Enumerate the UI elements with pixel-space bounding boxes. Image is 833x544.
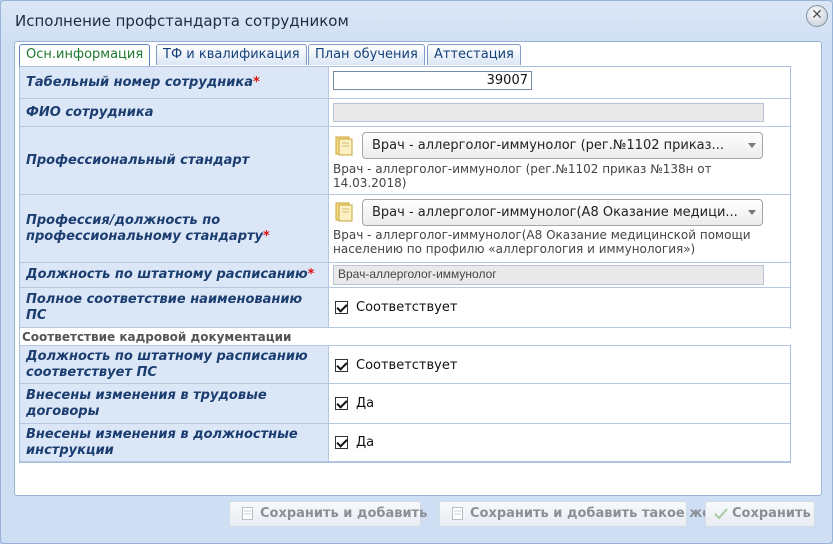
row-contracts-changed: Внесены изменения в трудовые договоры Да <box>20 384 790 424</box>
checkmark-icon <box>714 508 728 520</box>
full-match-checkbox[interactable] <box>335 301 348 314</box>
field-label: ФИО сотрудника <box>20 99 329 127</box>
section-header: Соответствие кадровой документации <box>20 329 792 345</box>
field-label: Должность по штатному расписанию * <box>20 263 329 288</box>
tab-training-plan[interactable]: План обучения <box>308 44 425 65</box>
chevron-down-icon <box>748 143 756 148</box>
required-mark: * <box>307 267 315 282</box>
row-profession: Профессия/должность по профессиональному… <box>20 195 790 263</box>
tab-tf-qualification[interactable]: ТФ и квалификация <box>156 44 307 65</box>
field-label: Профессиональный стандарт <box>20 127 329 195</box>
checkbox-label: Соответствует <box>356 300 458 315</box>
staff-position-input: Врач-аллерголог-иммунолог <box>333 265 764 285</box>
tab-main-info[interactable]: Осн.информация <box>19 44 151 67</box>
book-icon[interactable] <box>333 201 355 223</box>
profession-description: Врач - аллерголог-иммунолог(А8 Оказание … <box>333 228 751 256</box>
checkbox-label: Да <box>356 435 375 450</box>
full-name-input <box>333 103 764 122</box>
checkbox-label: Соответствует <box>356 358 458 373</box>
close-icon[interactable]: ✕ <box>806 5 828 27</box>
field-label: Должность по штатному расписанию соответ… <box>20 346 329 384</box>
field-label: Профессия/должность по профессиональному… <box>20 195 329 263</box>
document-icon <box>242 507 253 520</box>
tab-number-input[interactable]: 39007 <box>333 71 532 90</box>
row-tab-number: Табельный номер сотрудника * 39007 <box>20 67 790 99</box>
profession-select[interactable]: Врач - аллерголог-иммунолог(А8 Оказание … <box>362 199 763 226</box>
field-label: Полное соответствие наименованию ПС <box>20 288 329 328</box>
dialog-window: Исполнение профстандарта сотрудником ✕ О… <box>0 0 833 544</box>
required-mark: * <box>263 228 270 244</box>
row-staff-position: Должность по штатному расписанию * Врач-а… <box>20 263 790 288</box>
save-and-add-button[interactable]: Сохранить и добавить <box>229 501 427 527</box>
field-label: Табельный номер сотрудника * <box>20 67 329 99</box>
row-full-match: Полное соответствие наименованию ПС Соот… <box>20 288 790 328</box>
dialog-title: Исполнение профстандарта сотрудником <box>15 12 349 30</box>
instructions-changed-checkbox[interactable] <box>335 436 348 449</box>
chevron-down-icon <box>748 210 756 215</box>
row-full-name: ФИО сотрудника <box>20 99 790 127</box>
save-button[interactable]: Сохранить <box>705 501 815 527</box>
contracts-changed-checkbox[interactable] <box>335 397 348 410</box>
content-panel: Осн.информация ТФ и квалификация План об… <box>14 41 822 496</box>
row-prof-standard: Профессиональный стандарт Врач - аллерго… <box>20 127 790 195</box>
tab-attestation[interactable]: Аттестация <box>427 44 521 65</box>
prof-standard-description: Врач - аллерголог-иммунолог (рег.№1102 п… <box>333 162 712 190</box>
form-area: Табельный номер сотрудника * 39007 ФИО со… <box>19 66 792 463</box>
required-mark: * <box>252 74 260 90</box>
document-icon <box>452 507 463 520</box>
dialog-footer: Сохранить и добавить Сохранить и добавит… <box>14 496 822 536</box>
field-label: Внесены изменения в должностные инструкц… <box>20 424 329 462</box>
prof-standard-select[interactable]: Врач - аллерголог-иммунолог (рег.№1102 п… <box>362 132 763 159</box>
row-position-match: Должность по штатному расписанию соответ… <box>20 345 790 384</box>
book-icon[interactable] <box>333 135 355 157</box>
save-and-add-same-button[interactable]: Сохранить и добавить такое же <box>439 501 711 527</box>
row-instructions-changed: Внесены изменения в должностные инструкц… <box>20 424 790 462</box>
checkbox-label: Да <box>356 396 375 411</box>
position-match-checkbox[interactable] <box>335 359 348 372</box>
field-label: Внесены изменения в трудовые договоры <box>20 384 329 424</box>
